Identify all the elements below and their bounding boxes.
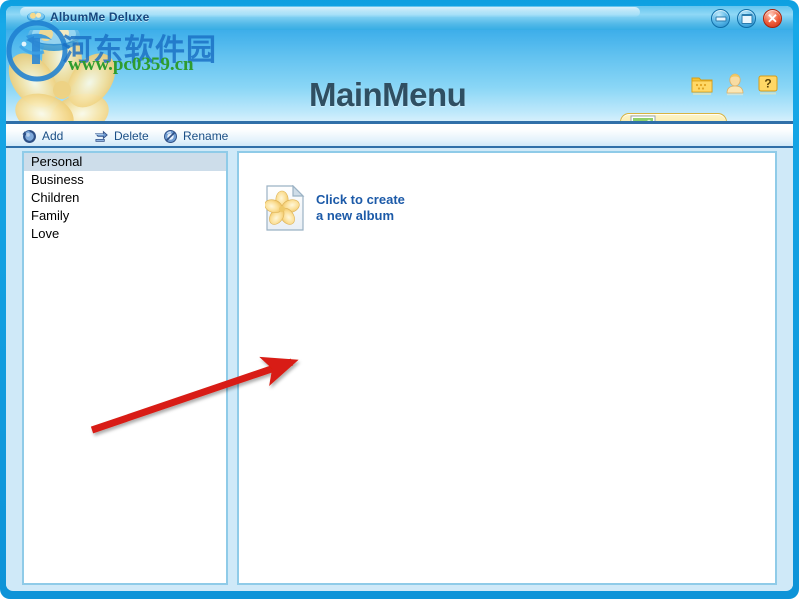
list-item[interactable]: Family xyxy=(24,207,226,225)
create-album-button[interactable]: Click to create a new album xyxy=(265,185,405,231)
header-banner: MainMenu ? xyxy=(6,30,793,123)
toolbar-rename-label: Rename xyxy=(183,129,229,143)
toolbar-delete-label: Delete xyxy=(114,129,149,143)
list-item[interactable]: Personal xyxy=(24,153,226,171)
maximize-icon xyxy=(741,13,752,24)
app-logo-icon xyxy=(27,11,45,23)
add-circular-arrow-icon xyxy=(22,129,36,143)
toolbar-add-label: Add xyxy=(42,129,64,143)
category-panel: Personal Business Children Family Love xyxy=(22,151,228,585)
title-bar[interactable]: AlbumMe Deluxe ✕ xyxy=(6,6,793,30)
brand-flower-icon xyxy=(8,30,116,123)
user-icon[interactable] xyxy=(723,72,747,96)
help-icon[interactable]: ? xyxy=(756,72,780,96)
toolbar-add-button[interactable]: Add xyxy=(22,127,63,145)
create-album-label: Click to create a new album xyxy=(316,192,405,223)
page-title: MainMenu xyxy=(309,76,467,113)
toolbar: Add Delete Rename xyxy=(6,123,793,148)
minimize-icon xyxy=(715,16,726,21)
album-panel: Click to create a new album xyxy=(237,151,777,585)
window-title: AlbumMe Deluxe xyxy=(50,10,150,24)
album-document-flower-icon xyxy=(265,185,305,231)
application-window: AlbumMe Deluxe ✕ MainMenu ? Add Delete R… xyxy=(0,0,799,599)
list-item[interactable]: Business xyxy=(24,171,226,189)
list-item[interactable]: Children xyxy=(24,189,226,207)
list-item[interactable]: Love xyxy=(24,225,226,243)
close-button[interactable]: ✕ xyxy=(763,9,782,28)
toolbar-rename-button[interactable]: Rename xyxy=(163,127,228,145)
content-area: Personal Business Children Family Love C… xyxy=(6,148,793,589)
window-inner-frame: AlbumMe Deluxe ✕ MainMenu ? Add Delete R… xyxy=(6,6,793,591)
rename-circle-icon xyxy=(164,129,177,143)
minimize-button[interactable] xyxy=(711,9,730,28)
svg-text:?: ? xyxy=(764,77,771,91)
maximize-button[interactable] xyxy=(737,9,756,28)
category-list[interactable]: Personal Business Children Family Love xyxy=(24,153,226,243)
toolbar-delete-button[interactable]: Delete xyxy=(94,127,149,145)
delete-arrow-icon xyxy=(94,130,108,142)
folder-icon[interactable] xyxy=(690,72,714,96)
close-icon: ✕ xyxy=(767,10,778,26)
